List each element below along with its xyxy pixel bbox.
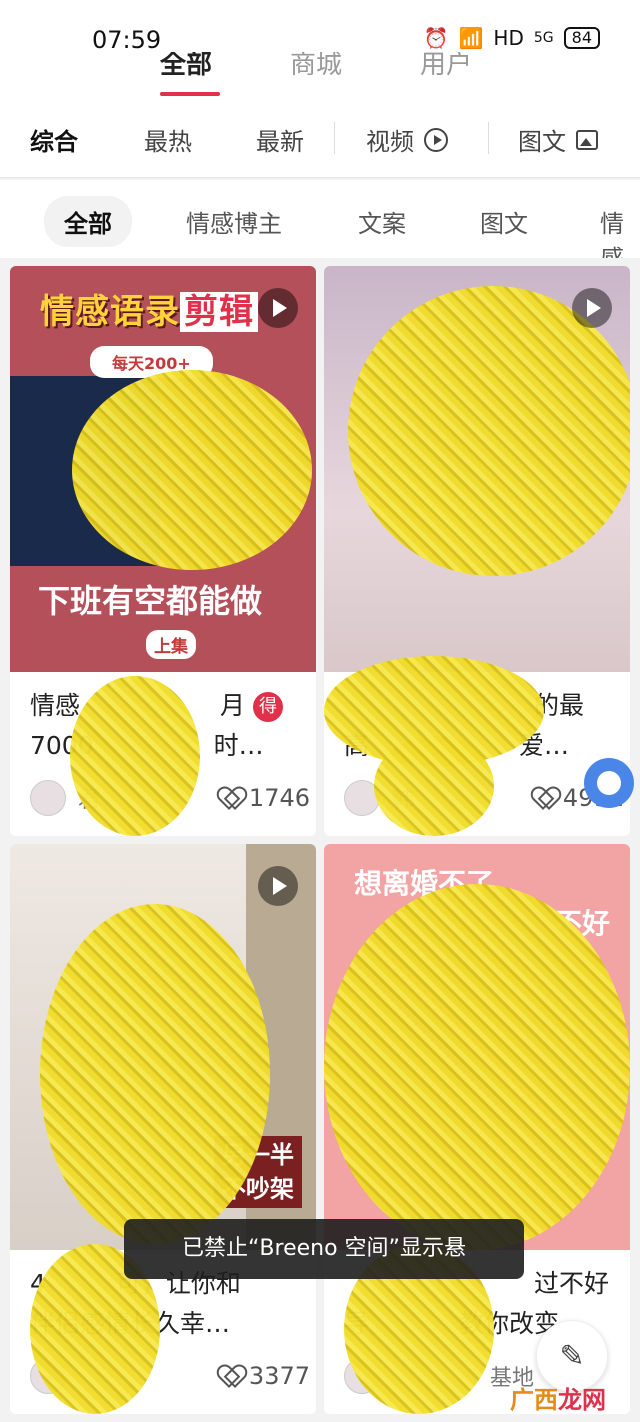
sort-hottest[interactable]: 最热 (144, 122, 192, 157)
tab-mall[interactable]: 商城 (290, 52, 342, 81)
blur-mosaic (72, 370, 312, 570)
chip-copywriting[interactable]: 文案 (338, 196, 426, 247)
feed-card[interactable]: 的最 高爱… 韩 4991 (324, 266, 630, 836)
title-line1: 情感 (30, 691, 81, 720)
heart-icon (219, 788, 241, 808)
filter-bar: 全部 情感博主 文案 图文 情感 (0, 180, 640, 258)
blur-mosaic (70, 676, 200, 836)
play-icon[interactable] (258, 288, 298, 328)
thumbnail-caption: 下班有空都能做 (38, 582, 263, 620)
sort-comprehensive-label: 综合 (30, 128, 78, 156)
avatar[interactable] (30, 780, 66, 816)
tab-all[interactable]: 全部 (160, 52, 212, 81)
chip-emotion-blogger[interactable]: 情感博主 (166, 196, 302, 247)
blur-mosaic (348, 286, 630, 576)
thumbnail-tag: 上集 (146, 630, 196, 659)
blur-mosaic (40, 904, 270, 1244)
signal-label: 5G (533, 30, 554, 46)
sort-newest[interactable]: 最新 (256, 122, 304, 157)
sort-newest-label: 最新 (256, 128, 304, 156)
tab-users[interactable]: 用户 (420, 52, 472, 81)
status-time: 07:59 (92, 26, 162, 54)
play-icon[interactable] (258, 866, 298, 906)
sort-bar: 综合 最热 最新 视频 图文 (0, 100, 640, 178)
top-tabs: 全部 商城 用户 (0, 52, 640, 100)
title-line2-end: 时… (213, 731, 264, 760)
card-thumbnail[interactable]: 另一半 不吵架 (10, 844, 316, 1250)
toast-message: 已禁止“Breeno 空间”显示悬 (124, 1219, 524, 1279)
like-count: 3377 (248, 1362, 310, 1390)
card-thumbnail[interactable] (324, 266, 630, 672)
divider (488, 122, 489, 154)
chip-image-text[interactable]: 图文 (460, 196, 548, 247)
feed-card[interactable]: 情感语录剪辑 每天200+ 下班有空都能做 上集 情感月 得 7000时… 君 … (10, 266, 316, 836)
sort-comprehensive[interactable]: 综合 (30, 122, 78, 157)
like-button[interactable]: 3377 (219, 1362, 310, 1390)
feed-card[interactable]: 另一半不吵架 4可，让你和 伴侣感情长久幸… 3377 (10, 844, 316, 1414)
divider (334, 122, 335, 154)
play-icon[interactable] (572, 288, 612, 328)
image-icon (576, 129, 598, 150)
watermark-text-a: 广西 (510, 1386, 558, 1414)
thumbnail-headline: 情感语录 剪辑 (40, 284, 258, 333)
active-tab-underline (160, 92, 220, 96)
heart-icon (219, 1366, 241, 1386)
sort-hottest-label: 最热 (144, 128, 192, 156)
card-thumbnail[interactable]: 情感语录 剪辑 每天200+ 下班有空都能做 上集 (10, 266, 316, 672)
battery-indicator: 84 (563, 27, 600, 49)
sort-image-text-label: 图文 (518, 128, 566, 156)
play-circle-icon (424, 127, 448, 152)
sort-image-text[interactable]: 图文 (518, 122, 598, 157)
badge-icon: 得 (252, 692, 283, 722)
watermark-logo: 广西龙网 (510, 1380, 606, 1415)
chip-all[interactable]: 全部 (44, 196, 132, 247)
card-thumbnail[interactable]: 想离婚不了 不好 (324, 844, 630, 1250)
alarm-icon: ⏰ (423, 26, 449, 50)
wifi-icon: 📶 (458, 26, 484, 50)
title-line1-end: 月 (220, 691, 246, 720)
floating-assistant-button[interactable] (584, 758, 634, 808)
heart-icon (533, 788, 555, 808)
sort-video-label: 视频 (366, 128, 414, 156)
watermark-text-b: 龙网 (558, 1386, 606, 1414)
chip-emotion[interactable]: 情感 (580, 196, 640, 258)
blur-mosaic (374, 736, 494, 836)
sort-video[interactable]: 视频 (366, 122, 448, 157)
network-label: HD (493, 26, 524, 50)
blur-mosaic (324, 884, 630, 1250)
status-icons: ⏰ 📶 HD 5G 84 (424, 26, 600, 50)
title-line1-end: 过不好 (534, 1269, 610, 1298)
thumbnail-headline-text: 情感语录 (40, 292, 180, 332)
like-count: 1746 (248, 784, 310, 812)
like-button[interactable]: 1746 (219, 784, 310, 812)
thumbnail-headline-highlight: 剪辑 (180, 292, 258, 332)
